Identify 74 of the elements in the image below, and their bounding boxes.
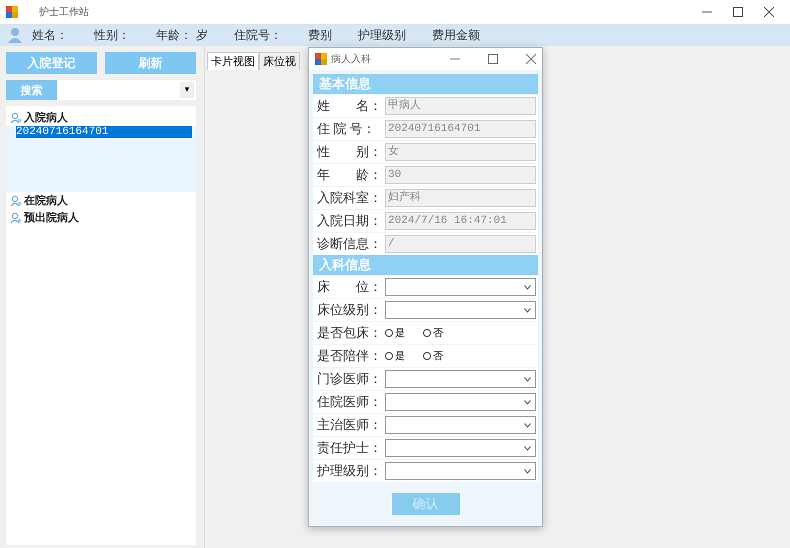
field-label: 入院科室： xyxy=(316,189,383,207)
input-field[interactable]: 2024/7/16 16:47:01 xyxy=(385,212,536,230)
dropdown-field[interactable] xyxy=(385,439,536,457)
tree-item[interactable]: 20240716164701 xyxy=(16,126,192,138)
input-field[interactable]: / xyxy=(385,235,536,253)
radio-button[interactable] xyxy=(423,329,431,337)
close-icon xyxy=(526,54,536,64)
dropdown-field[interactable] xyxy=(385,278,536,296)
search-field[interactable]: ▾ xyxy=(57,80,196,100)
field-label: 入院日期： xyxy=(316,212,383,230)
field-label: 年龄： xyxy=(156,26,192,44)
input-field[interactable]: 30 xyxy=(385,166,536,184)
input-field[interactable]: 20240716164701 xyxy=(385,120,536,138)
radio-option[interactable]: 否 xyxy=(423,326,443,340)
field-label: 是否包床： xyxy=(316,324,383,342)
chevron-down-icon xyxy=(524,284,531,290)
maximize-icon xyxy=(733,7,743,17)
tab[interactable]: 卡片视图 xyxy=(207,52,259,70)
chevron-down-icon xyxy=(524,446,531,450)
field-label: 诊断信息： xyxy=(316,235,383,253)
tree-item[interactable]: 入院病人 xyxy=(24,110,68,125)
tree-item[interactable]: 预出院病人 xyxy=(24,210,79,225)
chevron-down-icon xyxy=(524,376,531,382)
radio-option[interactable]: 否 xyxy=(423,349,443,363)
radio-option[interactable]: 是 xyxy=(385,326,405,340)
person-icon xyxy=(10,112,22,124)
section-header: 入科信息 xyxy=(313,255,538,275)
field-label: 责任护士： xyxy=(316,439,383,457)
input-field[interactable]: 妇产科 xyxy=(385,189,536,207)
tree-item[interactable]: 在院病人 xyxy=(24,193,68,208)
input-field[interactable]: 甲病人 xyxy=(385,97,536,115)
field-label: 住院号： xyxy=(234,26,282,44)
maximize-icon xyxy=(488,54,498,64)
radio-button[interactable] xyxy=(423,352,431,360)
field-label: 性别： xyxy=(94,26,130,44)
radio-button[interactable] xyxy=(385,329,393,337)
field-label: 住 院 号： xyxy=(316,120,376,138)
field-label: 年 龄： xyxy=(316,166,383,184)
user-icon xyxy=(8,27,24,43)
field-label: 性 别： xyxy=(316,143,383,161)
chevron-down-icon xyxy=(524,400,531,404)
person-icon xyxy=(10,194,22,206)
app-icon xyxy=(315,53,327,65)
radio-button[interactable] xyxy=(385,352,393,360)
section-header: 基本信息 xyxy=(313,74,538,94)
radio-option[interactable]: 是 xyxy=(385,349,405,363)
chevron-down-icon xyxy=(524,308,531,312)
dropdown-field[interactable] xyxy=(385,393,536,411)
app-icon xyxy=(6,6,18,18)
dropdown-field[interactable] xyxy=(385,370,536,388)
dropdown-field[interactable] xyxy=(385,301,536,319)
field-label: 是否陪伴： xyxy=(316,347,383,365)
field-label: 费别 xyxy=(308,26,332,44)
field-label: 岁 xyxy=(196,26,208,44)
tab[interactable]: 床位视 xyxy=(259,52,300,70)
field-label: 门诊医师： xyxy=(316,370,383,388)
person-icon xyxy=(10,212,22,224)
field-label: 费用金额 xyxy=(432,26,480,44)
field-label: 姓 名： xyxy=(316,97,383,115)
chevron-down-icon xyxy=(524,468,531,474)
field-label: 护理级别 xyxy=(358,26,406,44)
field-label: 护理级别： xyxy=(316,462,383,480)
input-field[interactable]: 女 xyxy=(385,143,536,161)
field-label: 床位级别： xyxy=(316,301,383,319)
field-label: 姓名： xyxy=(32,26,68,44)
field-label: 主治医师： xyxy=(316,416,383,434)
window-title: 护士工作站 xyxy=(39,6,89,19)
dialog-title: 病人入科 xyxy=(331,52,372,66)
field-label: 住院医师： xyxy=(316,393,383,411)
chevron-down-icon xyxy=(524,422,531,428)
dropdown-field[interactable] xyxy=(385,462,536,480)
dropdown-field[interactable] xyxy=(385,416,536,434)
field-label: 床 位： xyxy=(316,278,383,296)
close-icon xyxy=(764,7,774,17)
